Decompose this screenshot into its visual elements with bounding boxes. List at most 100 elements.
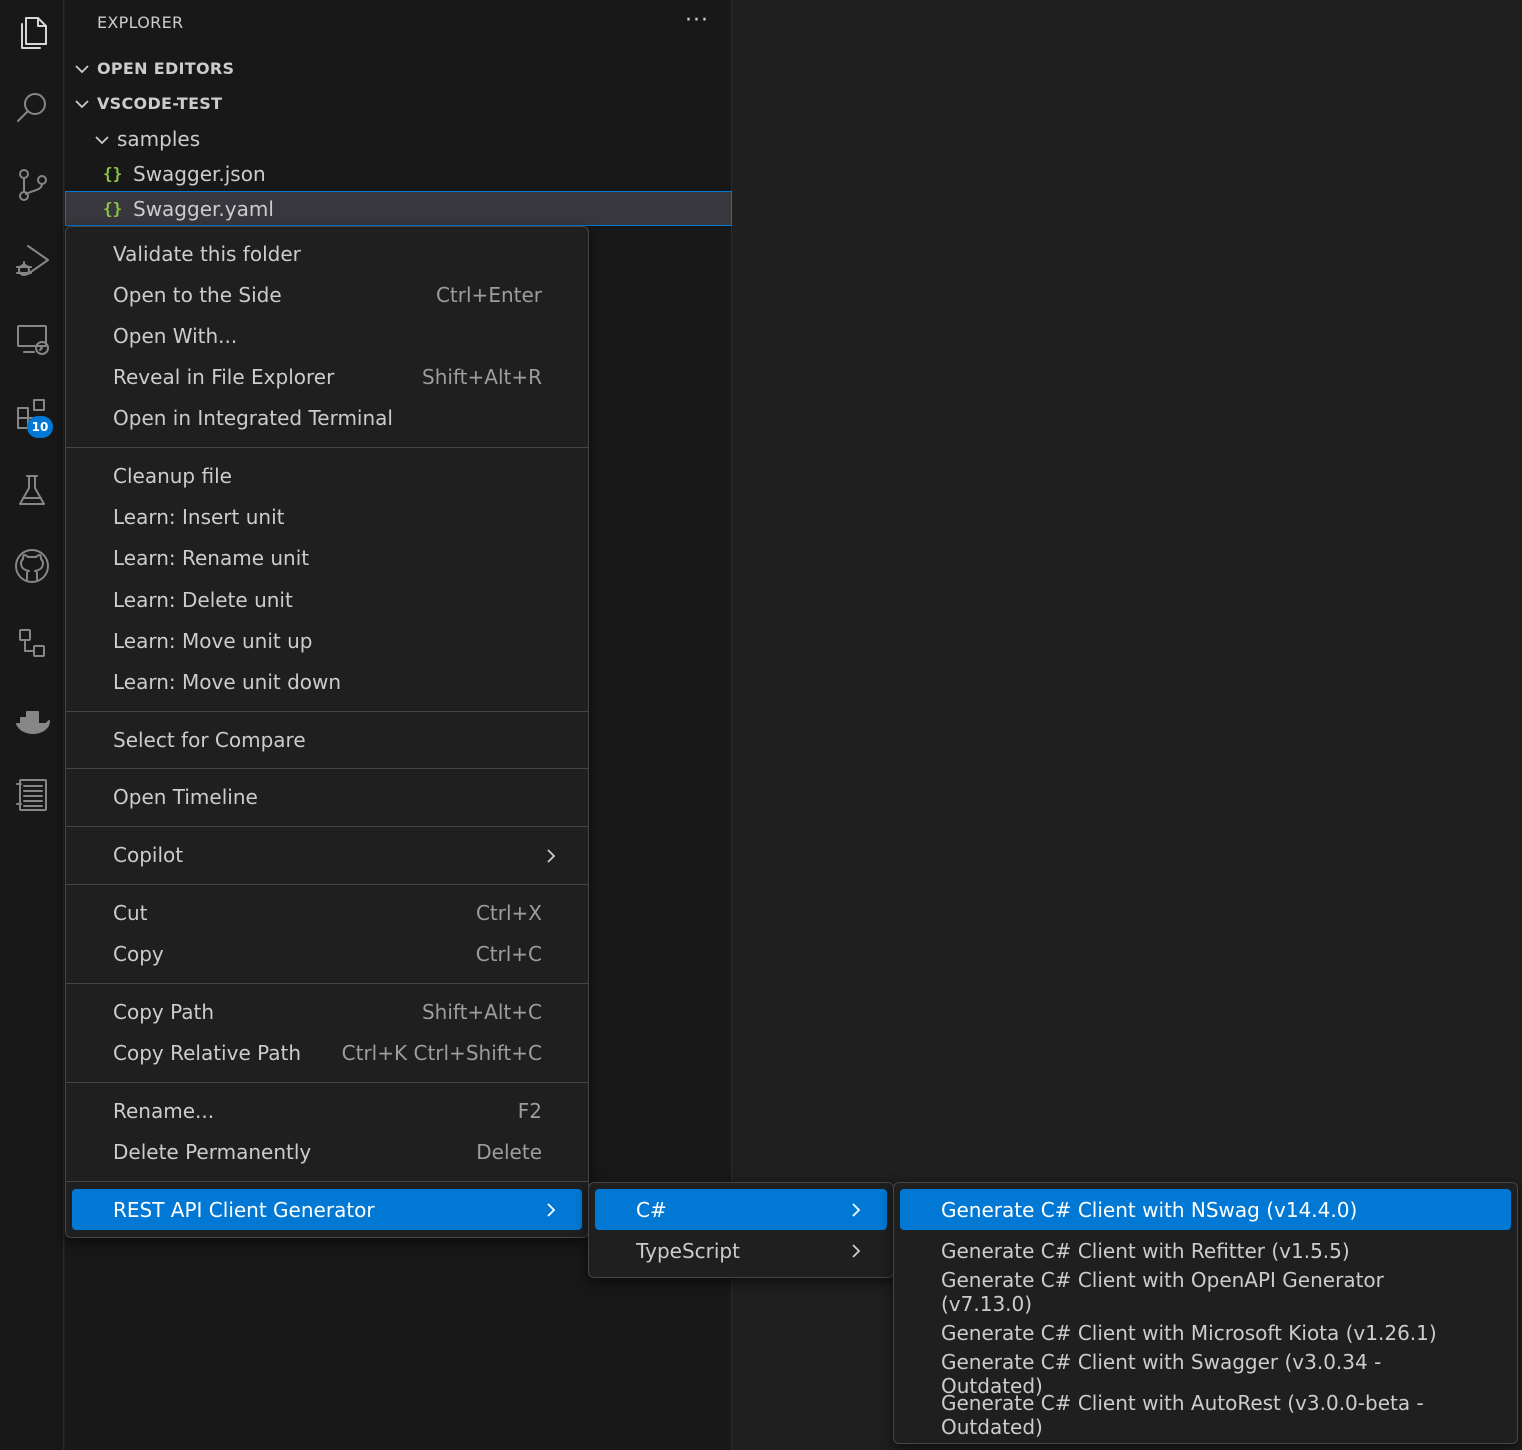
- menu-item-shortcut: Ctrl+X: [475, 900, 542, 925]
- menu-separator: [66, 447, 588, 448]
- menu-item-label: REST API Client Generator: [113, 1197, 375, 1222]
- menu-item-label: Reveal in File Explorer: [113, 365, 335, 390]
- menu-separator: [66, 883, 588, 885]
- submenu-item-label: C#: [636, 1197, 667, 1222]
- chevron-right-icon: [847, 1241, 865, 1259]
- notebook-icon[interactable]: [0, 764, 64, 824]
- menu-item-open-to-the-side[interactable]: Open to the Side Ctrl+Enter: [72, 274, 582, 315]
- menu-separator: [66, 826, 588, 828]
- menu-item-label: Rename...: [113, 1098, 215, 1123]
- menu-item-label: Cleanup file: [113, 464, 232, 488]
- testing-icon[interactable]: [0, 460, 64, 520]
- open-editors-section[interactable]: OPEN EDITORS: [65, 51, 732, 86]
- menu-item-label: Select for Compare: [113, 727, 306, 752]
- submenu-item-generate-c-client-with-autorest-v3-0-0-beta-outdated[interactable]: Generate C# Client with AutoRest (v3.0.0…: [900, 1391, 1511, 1439]
- source-control-icon[interactable]: [0, 154, 64, 214]
- menu-item-cut[interactable]: Cut Ctrl+X: [72, 892, 582, 933]
- menu-item-label: Open Timeline: [113, 785, 258, 810]
- menu-item-copy[interactable]: Copy Ctrl+C: [72, 934, 582, 975]
- workspace-label: VSCODE-TEST: [97, 94, 223, 113]
- more-actions-button[interactable]: ···: [685, 8, 709, 33]
- menu-item-label: Delete Permanently: [113, 1139, 312, 1164]
- menu-item-shortcut: Delete: [476, 1139, 542, 1164]
- menu-item-shortcut: Ctrl+K Ctrl+Shift+C: [341, 1040, 542, 1065]
- menu-item-label: Copy Relative Path: [113, 1040, 302, 1065]
- menu-item-learn-move-unit-down[interactable]: Learn: Move unit down: [72, 662, 582, 703]
- file-swagger-json[interactable]: {} Swagger.json: [65, 156, 732, 191]
- csharp-generator-submenu: Generate C# Client with NSwag (v14.4.0) G…: [893, 1182, 1518, 1444]
- menu-item-copilot[interactable]: Copilot: [72, 835, 582, 876]
- menu-item-label: Open With...: [113, 323, 238, 348]
- file-label: Swagger.json: [133, 161, 266, 186]
- menu-separator: [66, 1180, 588, 1182]
- submenu-item-label: Generate C# Client with Microsoft Kiota …: [941, 1320, 1437, 1345]
- menu-item-shortcut: F2: [517, 1098, 542, 1123]
- menu-item-open-timeline[interactable]: Open Timeline: [72, 777, 582, 818]
- menu-item-label: Open to the Side: [113, 282, 282, 307]
- menu-item-open-with[interactable]: Open With...: [72, 315, 582, 356]
- menu-item-label: Copy Path: [113, 999, 215, 1024]
- chevron-right-icon: [542, 846, 560, 864]
- menu-item-label: Validate this folder: [113, 241, 301, 266]
- submenu-item-generate-c-client-with-microsoft-kiota-v1-26-1[interactable]: Generate C# Client with Microsoft Kiota …: [900, 1312, 1511, 1353]
- menu-item-learn-insert-unit[interactable]: Learn: Insert unit: [72, 497, 582, 538]
- menu-item-cleanup-file[interactable]: Cleanup file: [72, 456, 582, 497]
- run-debug-icon[interactable]: [0, 230, 64, 290]
- submenu-item-label: TypeScript: [636, 1238, 740, 1263]
- explorer-icon[interactable]: [0, 2, 64, 62]
- context-menu: Validate this folder Open to the Side Ctrl…: [65, 226, 589, 1238]
- git-graph-icon[interactable]: [0, 612, 64, 672]
- menu-item-label: Learn: Move unit up: [113, 628, 313, 653]
- chevron-down-icon: [73, 60, 91, 78]
- submenu-item-generate-c-client-with-swagger-v3-0-34-outdated[interactable]: Generate C# Client with Swagger (v3.0.34…: [900, 1350, 1511, 1398]
- menu-item-shortcut: Ctrl+C: [475, 942, 542, 966]
- chevron-down-icon: [93, 130, 111, 148]
- menu-item-reveal-in-file-explorer[interactable]: Reveal in File Explorer Shift+Alt+R: [72, 357, 582, 398]
- language-submenu: C# TypeScript: [588, 1182, 894, 1278]
- menu-item-label: Learn: Insert unit: [113, 505, 285, 530]
- submenu-item-generate-c-client-with-refitter-v1-5-5[interactable]: Generate C# Client with Refitter (v1.5.5…: [900, 1230, 1511, 1271]
- submenu-item-c[interactable]: C#: [595, 1189, 887, 1230]
- menu-item-copy-relative-path[interactable]: Copy Relative Path Ctrl+K Ctrl+Shift+C: [72, 1032, 582, 1073]
- submenu-item-label: Generate C# Client with AutoRest (v3.0.0…: [941, 1390, 1424, 1439]
- extensions-badge: 10: [27, 416, 53, 438]
- submenu-item-typescript[interactable]: TypeScript: [595, 1230, 887, 1271]
- file-swagger-yaml[interactable]: {} Swagger.yaml: [65, 191, 732, 226]
- menu-item-learn-rename-unit[interactable]: Learn: Rename unit: [72, 538, 582, 579]
- submenu-item-generate-c-client-with-openapi-generator-v7-13-0[interactable]: Generate C# Client with OpenAPI Generato…: [900, 1268, 1511, 1316]
- menu-item-label: Open in Integrated Terminal: [113, 406, 393, 431]
- github-icon[interactable]: [0, 536, 64, 596]
- menu-item-validate-this-folder[interactable]: Validate this folder: [72, 233, 582, 274]
- menu-separator: [66, 710, 588, 712]
- json-file-icon: {}: [103, 164, 123, 183]
- submenu-item-label: Generate C# Client with NSwag (v14.4.0): [941, 1197, 1358, 1222]
- menu-item-label: Copy: [113, 942, 164, 966]
- menu-item-select-for-compare[interactable]: Select for Compare: [72, 719, 582, 760]
- open-editors-label: OPEN EDITORS: [97, 59, 235, 78]
- chevron-down-icon: [73, 95, 91, 113]
- search-icon[interactable]: [0, 78, 64, 138]
- chevron-right-icon: [542, 1200, 560, 1218]
- menu-item-label: Cut: [113, 900, 148, 925]
- docker-icon[interactable]: [0, 690, 64, 750]
- menu-item-rename[interactable]: Rename... F2: [72, 1090, 582, 1131]
- menu-item-shortcut: Shift+Alt+R: [422, 365, 542, 390]
- submenu-item-generate-c-client-with-nswag-v14-4-0[interactable]: Generate C# Client with NSwag (v14.4.0): [900, 1189, 1511, 1230]
- remote-explorer-icon[interactable]: [0, 308, 64, 368]
- folder-label: samples: [117, 126, 201, 151]
- menu-item-delete-permanently[interactable]: Delete Permanently Delete: [72, 1131, 582, 1172]
- file-label: Swagger.yaml: [133, 196, 274, 221]
- menu-separator: [66, 982, 588, 984]
- menu-item-label: Learn: Rename unit: [113, 546, 310, 571]
- menu-item-learn-delete-unit[interactable]: Learn: Delete unit: [72, 579, 582, 620]
- menu-separator: [66, 1081, 588, 1083]
- menu-item-open-in-integrated-terminal[interactable]: Open in Integrated Terminal: [72, 398, 582, 439]
- menu-item-learn-move-unit-up[interactable]: Learn: Move unit up: [72, 620, 582, 661]
- menu-item-copy-path[interactable]: Copy Path Shift+Alt+C: [72, 991, 582, 1032]
- submenu-item-label: Generate C# Client with Refitter (v1.5.5…: [941, 1238, 1350, 1263]
- menu-item-label: Learn: Move unit down: [113, 670, 342, 694]
- folder-samples[interactable]: samples: [65, 121, 732, 156]
- workspace-section[interactable]: VSCODE-TEST: [65, 86, 732, 121]
- menu-item-rest-api-client-generator[interactable]: REST API Client Generator: [72, 1189, 582, 1230]
- menu-item-shortcut: Ctrl+Enter: [435, 282, 542, 307]
